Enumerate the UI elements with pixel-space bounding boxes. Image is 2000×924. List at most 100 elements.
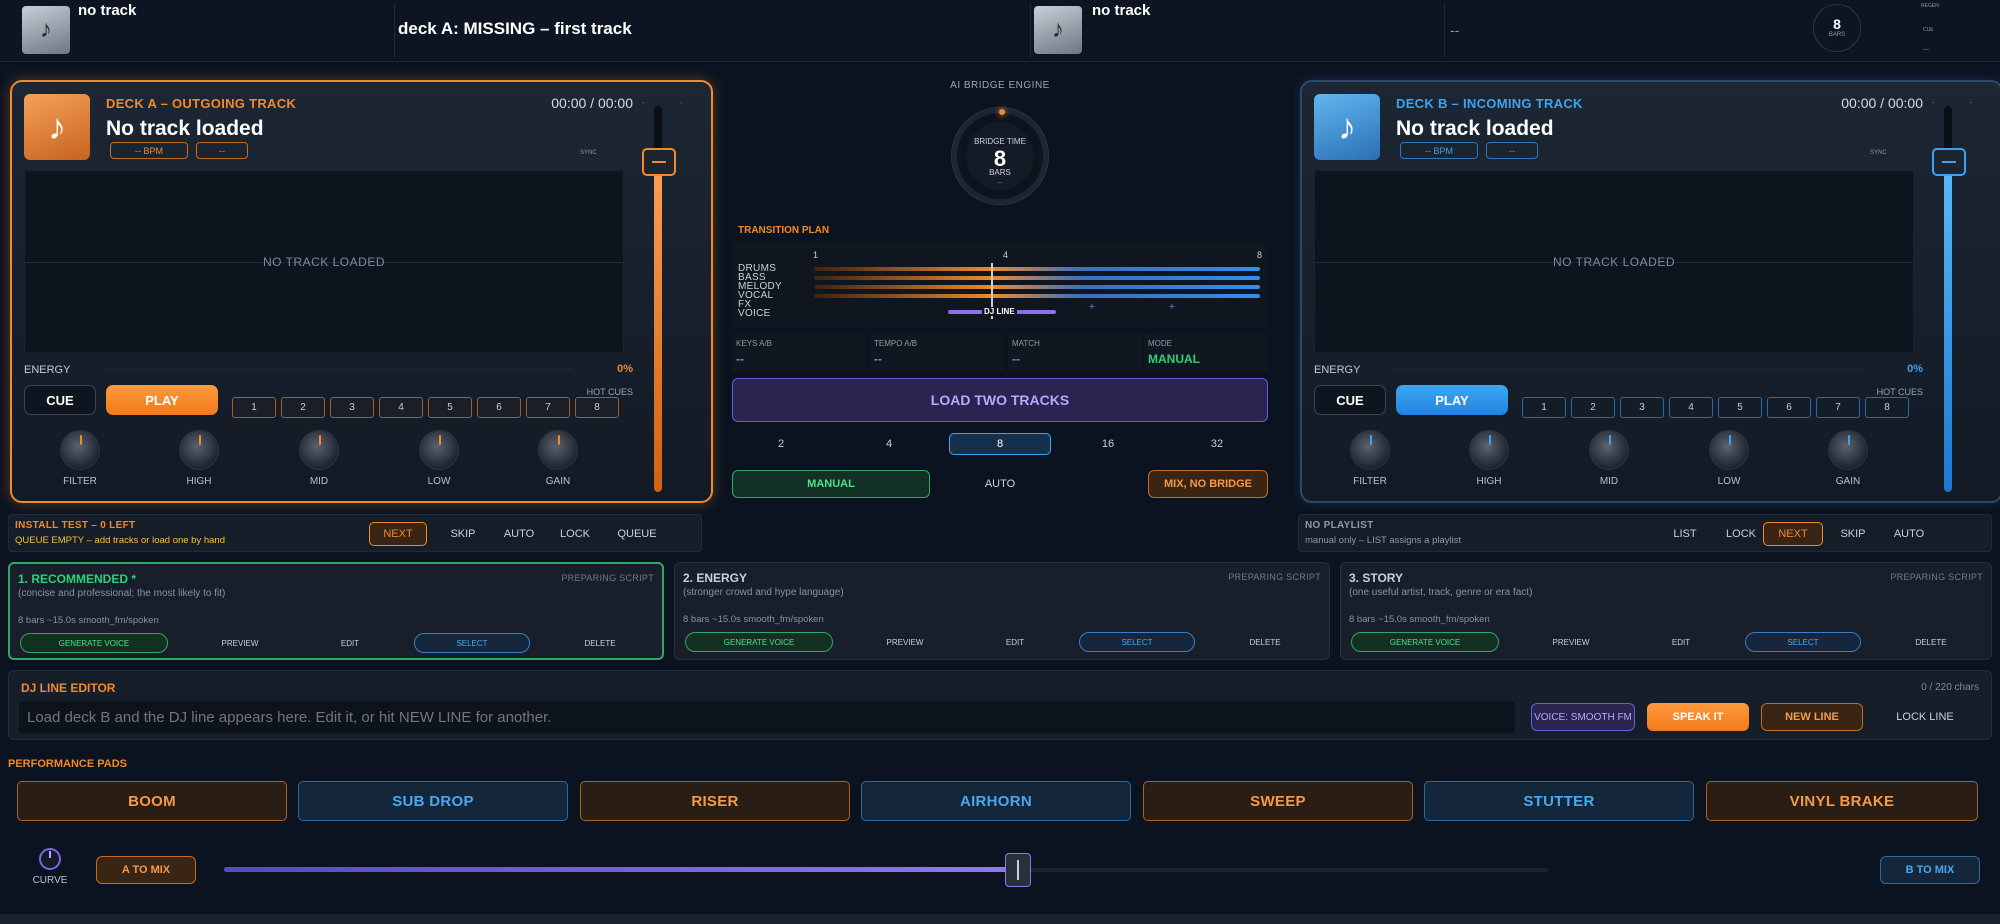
deck-a-fader-handle[interactable] [642, 148, 676, 176]
deck-b-knob-mid[interactable]: MID [1579, 430, 1639, 487]
mode-manual-button[interactable]: MANUAL [732, 470, 930, 498]
pad-riser[interactable]: RISER [580, 781, 850, 821]
pad-sub-drop[interactable]: SUB DROP [298, 781, 568, 821]
knob-dial[interactable] [299, 430, 339, 470]
speak-it-button[interactable]: SPEAK IT [1647, 703, 1749, 731]
deck-a-hot-cue-1[interactable]: 1 [232, 397, 276, 418]
deck-b-key[interactable]: -- [1486, 142, 1538, 159]
deck-b-hot-cue-7[interactable]: 7 [1816, 397, 1860, 418]
queue-b-auto-button[interactable]: AUTO [1883, 522, 1935, 546]
knob-dial[interactable] [60, 430, 100, 470]
deck-b-knob-gain[interactable]: GAIN [1818, 430, 1878, 487]
knob-dial[interactable] [1589, 430, 1629, 470]
deck-b-sync[interactable]: SYNC [1870, 150, 1887, 156]
select-button[interactable]: SELECT [1745, 632, 1861, 652]
queue-b-skip-button[interactable]: SKIP [1827, 522, 1879, 546]
knob-dial[interactable] [179, 430, 219, 470]
delete-button[interactable]: DELETE [1225, 632, 1305, 652]
deck-b-hot-cue-3[interactable]: 3 [1620, 397, 1664, 418]
queue-a-next-button[interactable]: NEXT [369, 522, 427, 546]
deck-a-key[interactable]: -- [196, 142, 248, 159]
knob-dial[interactable] [1350, 430, 1390, 470]
knob-dial[interactable] [1709, 430, 1749, 470]
queue-a-auto-button[interactable]: AUTO [493, 522, 545, 546]
knob-dial[interactable] [538, 430, 578, 470]
deck-b-hot-cue-4[interactable]: 4 [1669, 397, 1713, 418]
lock-line-button[interactable]: LOCK LINE [1875, 703, 1975, 731]
deck-a-hot-cue-5[interactable]: 5 [428, 397, 472, 418]
edit-button[interactable]: EDIT [320, 633, 380, 653]
deck-b-hot-cue-5[interactable]: 5 [1718, 397, 1762, 418]
deck-b-bpm[interactable]: -- BPM [1400, 142, 1478, 159]
select-button[interactable]: SELECT [414, 633, 530, 653]
script-card-recommended[interactable]: 1. RECOMMENDED * PREPARING SCRIPT (conci… [8, 562, 664, 660]
top-bars-dial[interactable]: 8 BARS [1813, 4, 1861, 52]
deck-b-hot-cue-1[interactable]: 1 [1522, 397, 1566, 418]
queue-b-list-button[interactable]: LIST [1659, 522, 1711, 546]
deck-a-waveform[interactable]: NO TRACK LOADED [24, 170, 624, 353]
deck-a-knob-mid[interactable]: MID [289, 430, 349, 487]
add-marker-icon[interactable]: + [1089, 302, 1095, 313]
knob-dial[interactable] [419, 430, 459, 470]
deck-a-hot-cue-8[interactable]: 8 [575, 397, 619, 418]
deck-a-hot-cue-3[interactable]: 3 [330, 397, 374, 418]
voice-select-button[interactable]: VOICE: SMOOTH FM [1531, 703, 1635, 731]
deck-b-hot-cue-8[interactable]: 8 [1865, 397, 1909, 418]
script-card-energy[interactable]: 2. ENERGY PREPARING SCRIPT (stronger cro… [674, 562, 1330, 660]
crossfader-handle[interactable] [1005, 853, 1031, 887]
bars-option-4[interactable]: 4 [838, 433, 940, 455]
deck-b-waveform[interactable]: NO TRACK LOADED [1314, 170, 1914, 353]
bars-option-16[interactable]: 16 [1057, 433, 1159, 455]
select-button[interactable]: SELECT [1079, 632, 1195, 652]
pad-airhorn[interactable]: AIRHORN [861, 781, 1131, 821]
deck-b-knob-high[interactable]: HIGH [1459, 430, 1519, 487]
stem-lane-vocal[interactable] [814, 294, 1260, 298]
curve-knob[interactable]: CURVE [30, 848, 70, 886]
deck-a-play-button[interactable]: PLAY [106, 385, 218, 415]
generate-voice-button[interactable]: GENERATE VOICE [685, 632, 833, 652]
deck-a-knob-low[interactable]: LOW [409, 430, 469, 487]
deck-a-knob-gain[interactable]: GAIN [528, 430, 588, 487]
queue-a-lock-button[interactable]: LOCK [549, 522, 601, 546]
generate-voice-button[interactable]: GENERATE VOICE [1351, 632, 1499, 652]
edit-button[interactable]: EDIT [985, 632, 1045, 652]
deck-a-hot-cue-6[interactable]: 6 [477, 397, 521, 418]
queue-b-next-button[interactable]: NEXT [1763, 522, 1823, 546]
queue-a-skip-button[interactable]: SKIP [437, 522, 489, 546]
b-to-mix-button[interactable]: B TO MIX [1880, 856, 1980, 884]
edit-button[interactable]: EDIT [1651, 632, 1711, 652]
top-side-cue[interactable]: CUE [1923, 27, 1934, 33]
knob-dial[interactable] [1828, 430, 1868, 470]
preview-button[interactable]: PREVIEW [200, 633, 280, 653]
deck-a-knob-filter[interactable]: FILTER [50, 430, 110, 487]
top-side-regen[interactable]: REGEN [1921, 3, 1939, 9]
deck-a-knob-high[interactable]: HIGH [169, 430, 229, 487]
mix-no-bridge-button[interactable]: MIX, NO BRIDGE [1148, 470, 1268, 498]
deck-b-cue-button[interactable]: CUE [1314, 385, 1386, 415]
deck-a-cue-button[interactable]: CUE [24, 385, 96, 415]
deck-b-fader-handle[interactable] [1932, 148, 1966, 176]
script-card-story[interactable]: 3. STORY PREPARING SCRIPT (one useful ar… [1340, 562, 1992, 660]
deck-a-hot-cue-2[interactable]: 2 [281, 397, 325, 418]
new-line-button[interactable]: NEW LINE [1761, 703, 1863, 731]
preview-button[interactable]: PREVIEW [1531, 632, 1611, 652]
preview-button[interactable]: PREVIEW [865, 632, 945, 652]
pad-sweep[interactable]: SWEEP [1143, 781, 1413, 821]
stem-lane-drums[interactable] [814, 267, 1260, 271]
deck-a-hot-cue-4[interactable]: 4 [379, 397, 423, 418]
deck-b-hot-cue-2[interactable]: 2 [1571, 397, 1615, 418]
pad-vinyl-brake[interactable]: VINYL BRAKE [1706, 781, 1978, 821]
add-marker-icon[interactable]: + [1169, 302, 1175, 313]
deck-b-play-button[interactable]: PLAY [1396, 385, 1508, 415]
delete-button[interactable]: DELETE [1891, 632, 1971, 652]
bars-option-8[interactable]: 8 [949, 433, 1051, 455]
pad-stutter[interactable]: STUTTER [1424, 781, 1694, 821]
deck-b-knob-low[interactable]: LOW [1699, 430, 1759, 487]
deck-a-bpm[interactable]: -- BPM [110, 142, 188, 159]
stem-lane-melody[interactable] [814, 285, 1260, 289]
delete-button[interactable]: DELETE [560, 633, 640, 653]
bars-option-2[interactable]: 2 [730, 433, 832, 455]
pad-boom[interactable]: BOOM [17, 781, 287, 821]
load-two-tracks-button[interactable]: LOAD TWO TRACKS [732, 378, 1268, 422]
generate-voice-button[interactable]: GENERATE VOICE [20, 633, 168, 653]
